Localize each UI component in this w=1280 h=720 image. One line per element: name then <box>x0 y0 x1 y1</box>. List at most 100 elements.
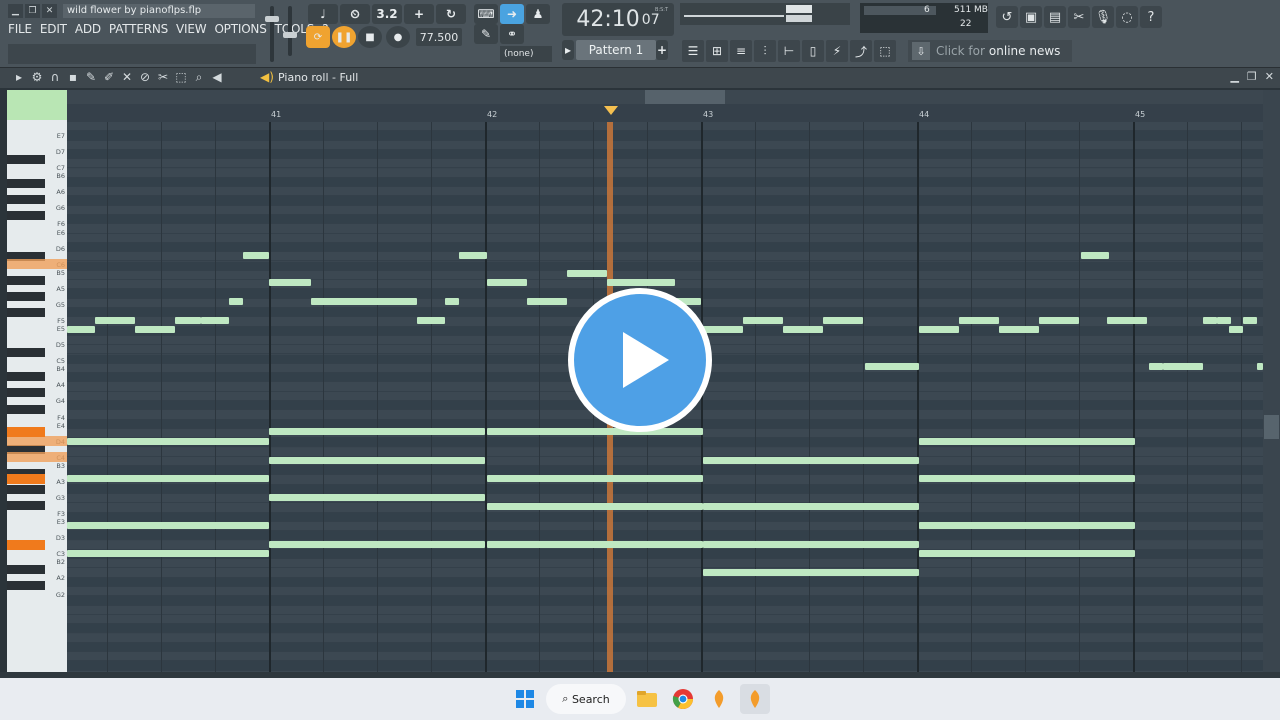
black-key[interactable] <box>7 581 45 591</box>
magnet-icon[interactable]: ∩ <box>48 70 62 85</box>
playback-icon[interactable]: ◀ <box>210 70 224 85</box>
midi-note[interactable] <box>487 279 527 286</box>
stop-button[interactable]: ■ <box>358 26 382 48</box>
midi-note[interactable] <box>487 541 703 548</box>
select-icon[interactable]: ⬚ <box>174 70 188 85</box>
midi-note[interactable] <box>269 541 485 548</box>
menu-file[interactable]: FILE <box>8 22 32 36</box>
pause-button[interactable]: ❚❚ <box>332 26 356 48</box>
black-key[interactable] <box>7 211 45 221</box>
link-icon[interactable]: ⚭ <box>500 24 524 44</box>
project-icon[interactable]: ▯ <box>802 40 824 62</box>
typing-keyboard-icon[interactable]: ➜ <box>500 4 524 24</box>
black-key[interactable] <box>7 388 45 398</box>
brush-icon[interactable]: ✎ <box>474 24 498 44</box>
midi-note[interactable] <box>703 569 919 576</box>
midi-note[interactable] <box>95 317 135 324</box>
menu-arrow-icon[interactable]: ▸ <box>12 70 26 85</box>
minimize-icon[interactable]: ▁ <box>1230 70 1238 83</box>
menu-add[interactable]: ADD <box>75 22 101 36</box>
black-key[interactable] <box>7 155 45 165</box>
midi-note[interactable] <box>135 326 175 333</box>
master-volume-slider[interactable] <box>265 6 279 62</box>
midi-note[interactable] <box>703 503 919 510</box>
midi-note[interactable] <box>269 494 485 501</box>
midi-note[interactable] <box>1243 317 1257 324</box>
pattern-add-icon[interactable]: + <box>656 40 668 60</box>
horizontal-scrollbar[interactable] <box>67 90 1263 104</box>
delete-icon[interactable]: ✕ <box>120 70 134 85</box>
paint-icon[interactable]: ✐ <box>102 70 116 85</box>
snapshot-icon[interactable]: ⬚ <box>874 40 896 62</box>
midi-note[interactable] <box>229 298 243 305</box>
midi-note[interactable] <box>999 326 1039 333</box>
menu-view[interactable]: VIEW <box>176 22 207 36</box>
news-panel[interactable]: ⇩ Click for online news <box>908 40 1072 62</box>
midi-note[interactable] <box>1229 326 1243 333</box>
wrench-icon[interactable]: ⚙ <box>30 70 44 85</box>
midi-note[interactable] <box>1217 317 1231 324</box>
midi-note[interactable] <box>919 522 1135 529</box>
black-key[interactable] <box>7 372 45 382</box>
channel-selector[interactable]: (none) <box>500 46 552 62</box>
step-edit-icon[interactable]: + <box>404 4 434 24</box>
chrome-icon[interactable] <box>668 684 698 714</box>
taskbar-search[interactable]: ⌕ Search <box>546 684 626 714</box>
maximize-icon[interactable]: ❐ <box>1247 70 1257 83</box>
midi-note[interactable] <box>567 270 607 277</box>
menu-edit[interactable]: EDIT <box>40 22 67 36</box>
vertical-scrollbar-thumb[interactable] <box>1264 415 1279 439</box>
midi-note[interactable] <box>919 326 959 333</box>
metronome-icon[interactable]: ♩ <box>308 4 338 24</box>
cut-icon[interactable]: ✂ <box>1068 6 1090 28</box>
wait-input-icon[interactable]: ⏲ <box>340 4 370 24</box>
record-button[interactable]: ● <box>386 26 410 48</box>
midi-note[interactable] <box>783 326 823 333</box>
midi-note[interactable] <box>67 475 269 482</box>
midi-note[interactable] <box>1163 363 1203 370</box>
midi-note[interactable] <box>417 317 445 324</box>
pattern-prev-icon[interactable]: ▸ <box>562 40 574 60</box>
midi-note[interactable] <box>527 298 567 305</box>
pattern-song-toggle[interactable]: ⟳ <box>306 26 330 48</box>
black-key[interactable] <box>7 565 45 575</box>
midi-note[interactable] <box>865 363 919 370</box>
midi-note[interactable] <box>919 438 1135 445</box>
help-icon[interactable]: ? <box>1140 6 1162 28</box>
midi-note[interactable] <box>269 428 485 435</box>
midi-note[interactable] <box>243 252 269 259</box>
black-key[interactable] <box>7 291 45 301</box>
chat-icon[interactable]: ◌ <box>1116 6 1138 28</box>
black-key[interactable] <box>7 179 45 189</box>
step-icon[interactable]: ▪ <box>66 70 80 85</box>
playlist-icon[interactable]: ☰ <box>682 40 704 62</box>
menu-patterns[interactable]: PATTERNS <box>109 22 168 36</box>
midi-note[interactable] <box>487 428 703 435</box>
midi-note[interactable] <box>1149 363 1163 370</box>
minimize-icon[interactable]: ▁ <box>8 3 23 18</box>
tempo-tap-icon[interactable]: ⤴ <box>850 40 872 62</box>
black-key[interactable] <box>7 307 45 317</box>
midi-note[interactable] <box>919 475 1135 482</box>
midi-note[interactable] <box>823 317 863 324</box>
midi-note[interactable] <box>67 522 269 529</box>
restore-icon[interactable]: ❐ <box>25 3 40 18</box>
song-position-marker[interactable] <box>604 106 618 115</box>
fl-studio-icon[interactable] <box>704 684 734 714</box>
midi-note[interactable] <box>487 503 703 510</box>
speaker-icon[interactable]: ◀) <box>260 70 274 84</box>
browser-icon[interactable]: ⊢ <box>778 40 800 62</box>
piano-roll-icon[interactable]: ⊞ <box>706 40 728 62</box>
tempo-display[interactable]: 77.500 <box>416 28 462 46</box>
master-pitch-slider[interactable] <box>283 6 297 56</box>
plugin-icon[interactable]: ⚡ <box>826 40 848 62</box>
countdown-icon[interactable]: 3.2 <box>372 4 402 24</box>
mute-icon[interactable]: ⊘ <box>138 70 152 85</box>
keyboard-icon[interactable]: ⌨ <box>474 4 498 24</box>
midi-note[interactable] <box>201 317 229 324</box>
blend-notes-icon[interactable]: ♟ <box>526 4 550 24</box>
black-key[interactable] <box>7 195 45 205</box>
midi-note[interactable] <box>269 457 485 464</box>
midi-note[interactable] <box>445 298 459 305</box>
midi-note[interactable] <box>1107 317 1147 324</box>
